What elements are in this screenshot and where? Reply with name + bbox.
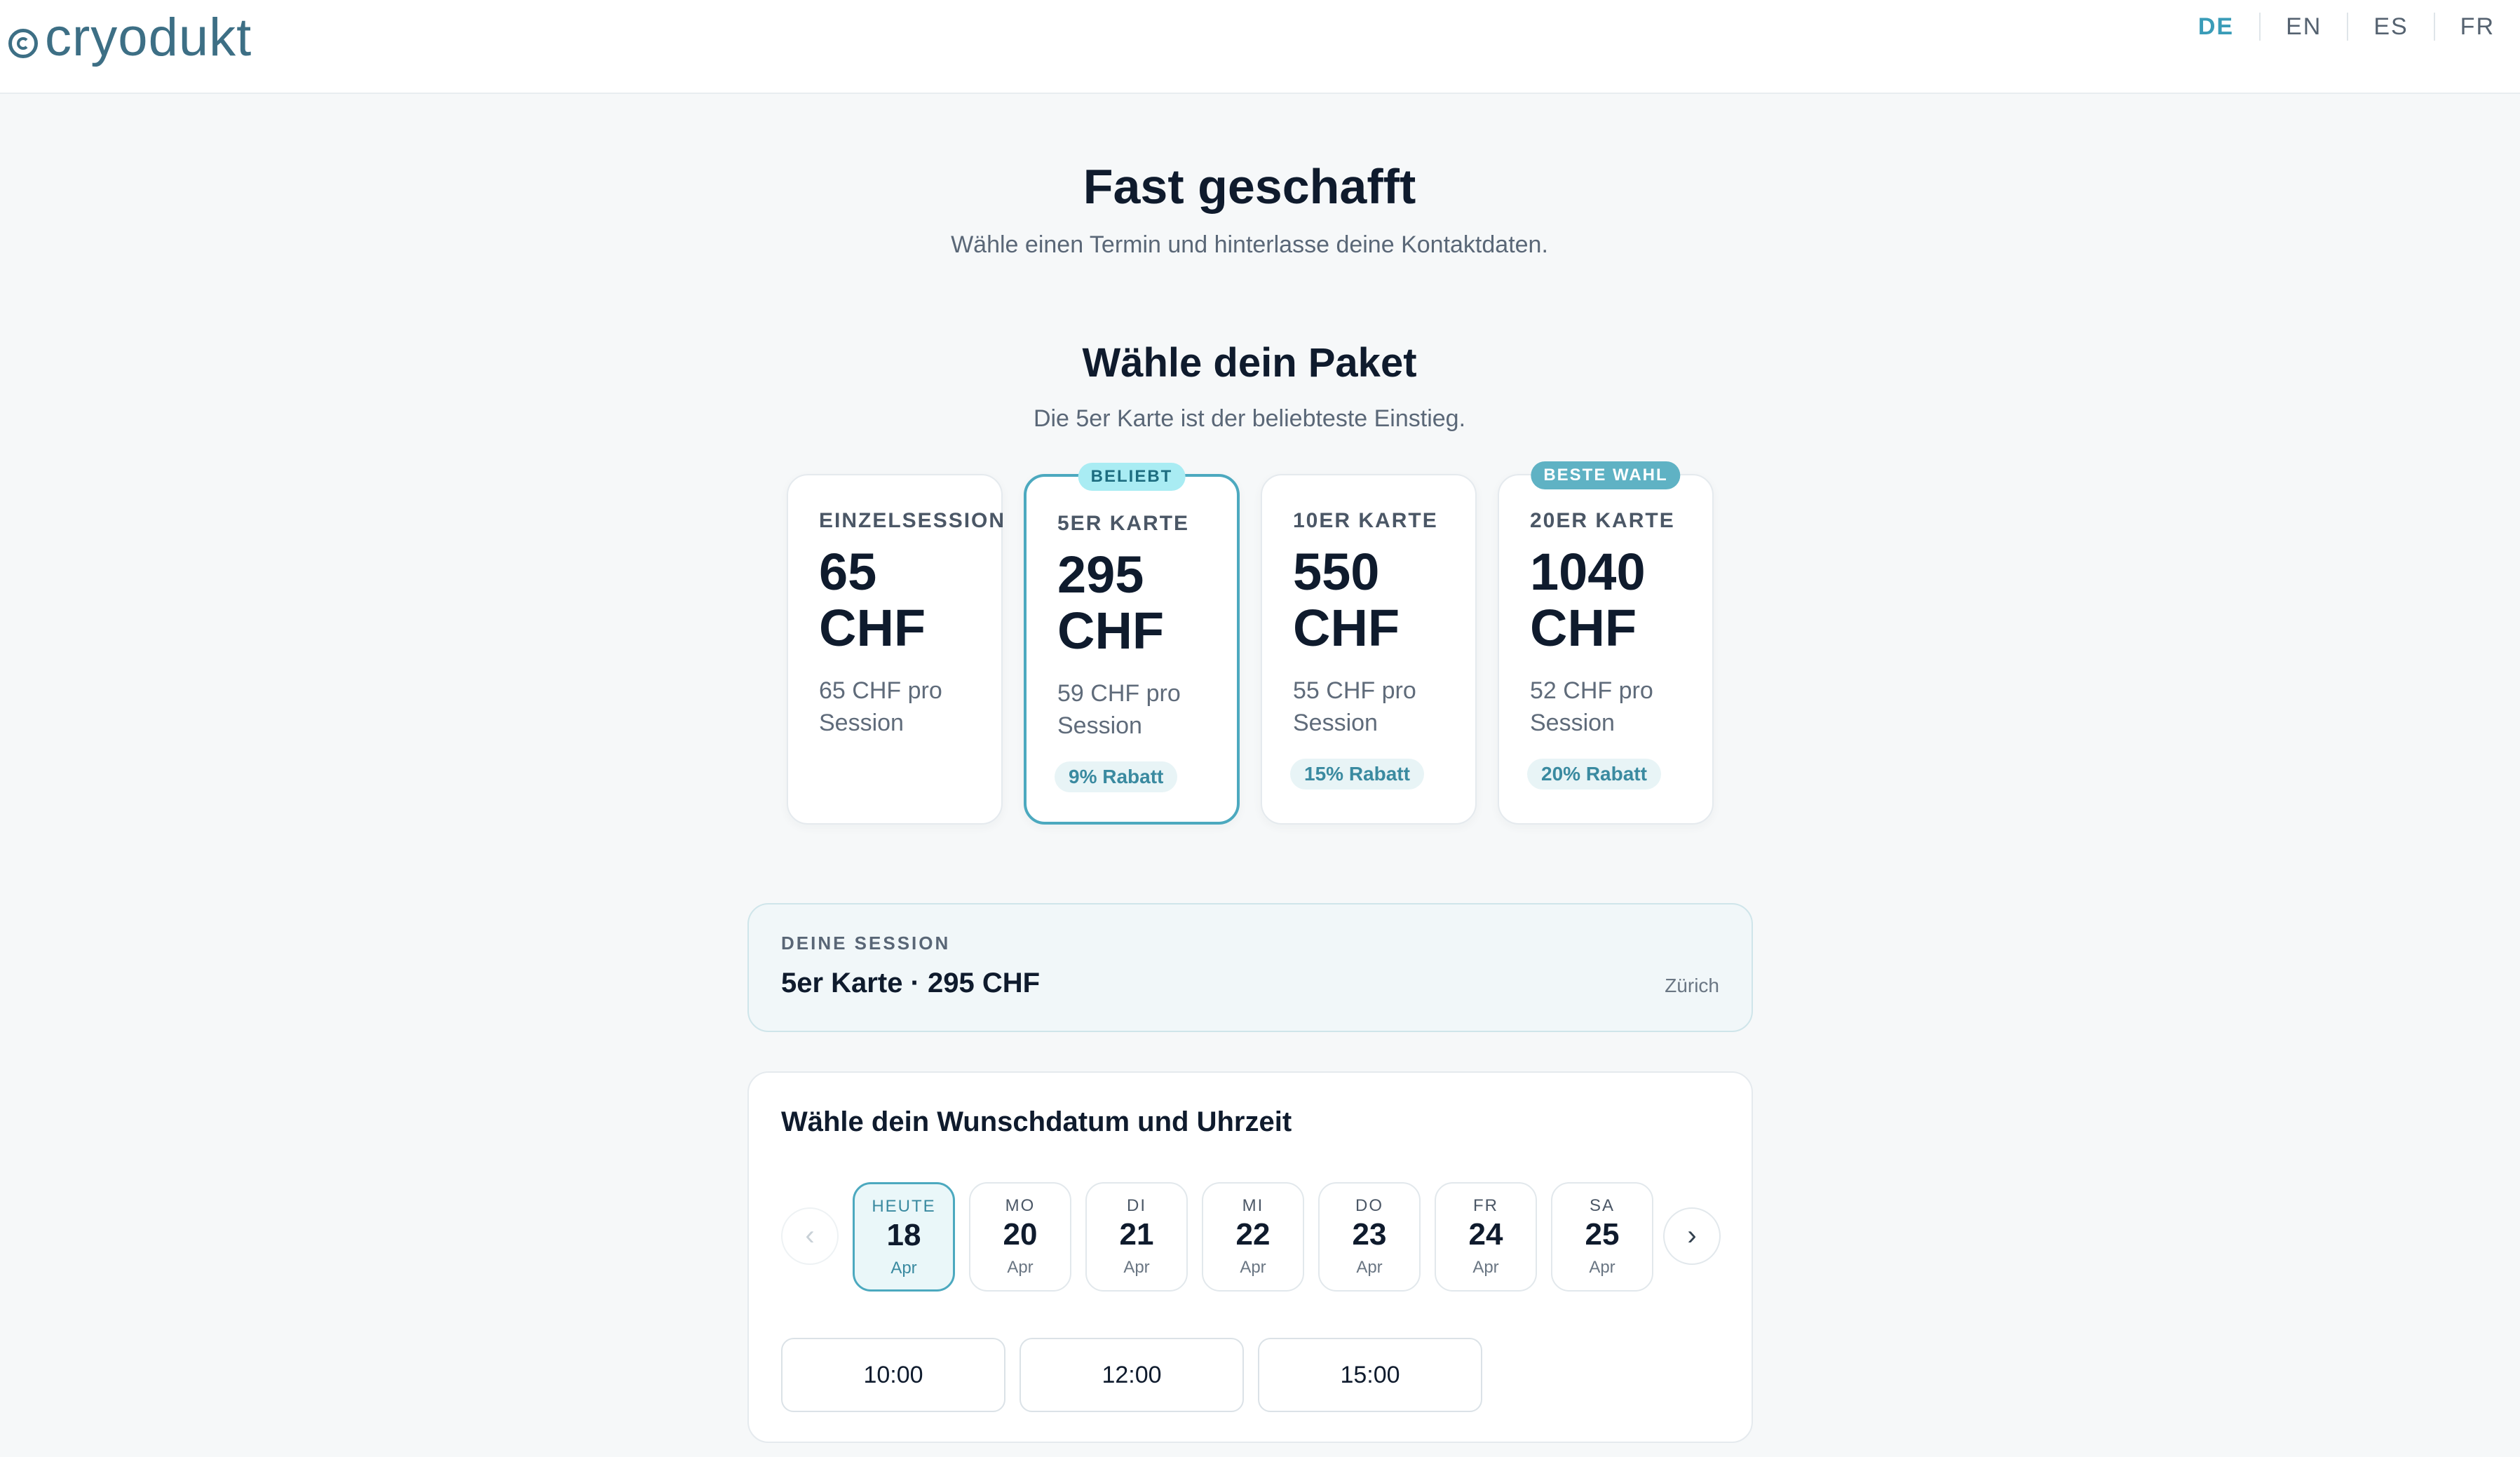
- lang-fr[interactable]: FR: [2435, 13, 2520, 41]
- popular-badge: BELIEBT: [1078, 463, 1186, 491]
- package-card-20er[interactable]: BESTE WAHL 20ER KARTE 1040 CHF 52 CHF pro…: [1498, 461, 1714, 825]
- package-price: 65 CHF: [819, 543, 926, 657]
- lang-de[interactable]: DE: [2173, 13, 2259, 41]
- logo[interactable]: cryodukt: [8, 7, 252, 68]
- package-price: 550 CHF: [1293, 543, 1400, 657]
- package-per-session: 65 CHF pro Session: [819, 677, 942, 736]
- page-subtitle: Wähle einen Termin und hinterlasse deine…: [951, 231, 1548, 258]
- discount-badge: 20% Rabatt: [1527, 759, 1661, 790]
- time-slot-1500[interactable]: 15:00: [1258, 1338, 1482, 1412]
- package-name: EINZELSESSION: [819, 509, 1006, 532]
- page-title: Fast geschafft: [1083, 159, 1416, 214]
- logo-mark-icon: [8, 28, 38, 58]
- date-option-25[interactable]: SA 25 Apr: [1551, 1182, 1653, 1292]
- discount-badge: 9% Rabatt: [1055, 761, 1178, 792]
- session-location: Zürich: [1665, 975, 1719, 996]
- prev-dates-button[interactable]: ‹: [781, 1207, 839, 1265]
- lang-en[interactable]: EN: [2261, 13, 2347, 41]
- discount-badge: 15% Rabatt: [1290, 759, 1424, 790]
- package-per-session: 55 CHF pro Session: [1293, 677, 1416, 736]
- language-switcher: DE EN ES FR: [2173, 13, 2520, 41]
- logo-text: cryodukt: [45, 8, 252, 67]
- package-name: 20ER KARTE: [1530, 509, 1675, 532]
- package-card-10er[interactable]: 10ER KARTE 550 CHF 55 CHF pro Session 15% …: [1261, 474, 1477, 825]
- package-subtitle: Die 5er Karte ist der beliebteste Einsti…: [1033, 405, 1466, 432]
- date-option-18[interactable]: HEUTE 18 Apr: [853, 1182, 955, 1292]
- top-bar: cryodukt DE EN ES FR: [0, 0, 2520, 94]
- package-price: 295 CHF: [1057, 545, 1165, 660]
- best-choice-badge: BESTE WAHL: [1531, 461, 1681, 489]
- time-slot-1200[interactable]: 12:00: [1019, 1338, 1244, 1412]
- package-card-5er[interactable]: BELIEBT 5ER KARTE 295 CHF 59 CHF pro Sessi…: [1024, 463, 1240, 825]
- chevron-right-icon: ›: [1687, 1220, 1697, 1251]
- package-name: 10ER KARTE: [1293, 509, 1438, 532]
- date-option-24[interactable]: FR 24 Apr: [1435, 1182, 1537, 1292]
- package-title: Wähle dein Paket: [1082, 340, 1417, 386]
- date-option-20[interactable]: MO 20 Apr: [969, 1182, 1071, 1292]
- package-name: 5ER KARTE: [1057, 512, 1190, 535]
- package-per-session: 59 CHF pro Session: [1057, 680, 1181, 739]
- chevron-left-icon: ‹: [805, 1220, 815, 1251]
- date-time-picker: Wähle dein Wunschdatum und Uhrzeit ‹ HEU…: [747, 1071, 1753, 1443]
- session-label: DEINE SESSION: [781, 933, 951, 954]
- next-dates-button[interactable]: ›: [1663, 1207, 1721, 1265]
- date-option-21[interactable]: DI 21 Apr: [1085, 1182, 1188, 1292]
- session-summary: DEINE SESSION 5er Karte · 295 CHF Zürich: [747, 903, 1753, 1032]
- date-option-22[interactable]: MI 22 Apr: [1202, 1182, 1304, 1292]
- package-card-single[interactable]: EINZELSESSION 65 CHF 65 CHF pro Session: [787, 474, 1006, 825]
- package-price: 1040 CHF: [1530, 543, 1646, 657]
- date-option-23[interactable]: DO 23 Apr: [1318, 1182, 1421, 1292]
- date-picker-title: Wähle dein Wunschdatum und Uhrzeit: [781, 1106, 1292, 1137]
- time-slot-1000[interactable]: 10:00: [781, 1338, 1005, 1412]
- lang-es[interactable]: ES: [2348, 13, 2433, 41]
- session-value: 5er Karte · 295 CHF: [781, 968, 1041, 998]
- package-per-session: 52 CHF pro Session: [1530, 677, 1653, 736]
